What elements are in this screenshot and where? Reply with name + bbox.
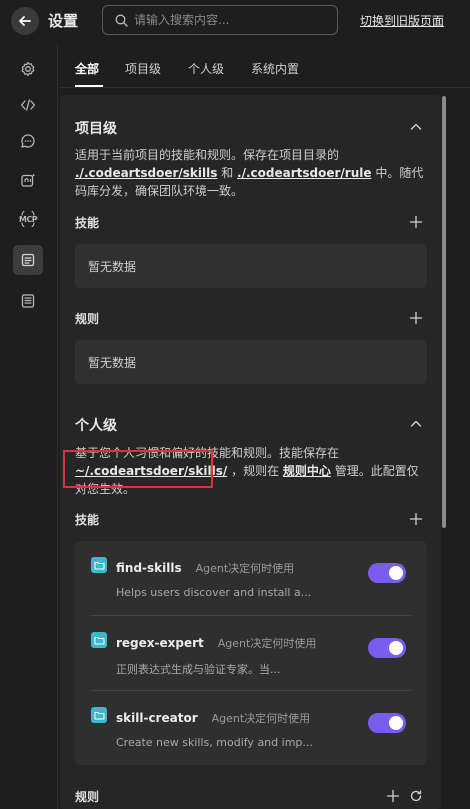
active-tab-indicator — [75, 85, 103, 87]
ai-sparkle-icon — [21, 173, 36, 187]
memory-icon — [21, 294, 35, 308]
tab-system[interactable]: 系统内置 — [251, 60, 299, 77]
tab-all[interactable]: 全部 — [75, 60, 99, 77]
search-icon — [115, 14, 128, 27]
add-project-skill-plus-icon[interactable] — [409, 215, 423, 229]
personal-skills-label: 技能 — [75, 513, 100, 527]
search-input[interactable] — [134, 13, 324, 27]
project-skills-empty: 暂无数据 — [75, 244, 427, 288]
mcp-icon: MCP — [19, 211, 38, 227]
skill-item[interactable]: find-skills Agent决定何时使用 Helps users disco… — [75, 541, 427, 615]
tab-project[interactable]: 项目级 — [125, 60, 161, 77]
skill-name: regex-expert Agent决定何时使用 — [116, 636, 317, 650]
project-rules-label: 规则 — [75, 312, 100, 326]
arrow-left-icon — [19, 16, 31, 26]
project-description: 适用于当前项目的技能和规则。保存在项目目录的 ./.codeartsdoer/s… — [75, 148, 424, 198]
skill-description: Create new skills, modify and imp... — [116, 736, 313, 749]
rail-item-memory[interactable] — [13, 286, 43, 316]
rail-item-mcp[interactable]: MCP — [13, 204, 43, 234]
rail-item-general[interactable] — [13, 54, 43, 84]
page-title: 设置 — [48, 12, 79, 30]
scrollbar[interactable] — [442, 96, 446, 528]
settings-header: 设置 切换到旧版页面 — [0, 0, 470, 44]
personal-skills-list: find-skills Agent决定何时使用 Helps users disco… — [75, 541, 427, 765]
project-rules-empty: 暂无数据 — [75, 340, 427, 384]
skill-name: skill-creator Agent决定何时使用 — [116, 711, 311, 725]
project-skills-path[interactable]: ./.codeartsdoer/skills — [75, 166, 217, 180]
collapse-personal-chevron-icon[interactable] — [409, 417, 423, 431]
search-box[interactable] — [102, 5, 338, 35]
skill-description: Helps users discover and install a... — [116, 586, 312, 599]
personal-section-title: 个人级 — [75, 418, 117, 434]
skill-toggle[interactable] — [368, 563, 406, 583]
mcp-label: MCP — [19, 215, 38, 224]
skill-mode: Agent决定何时使用 — [211, 712, 311, 725]
folder-icon — [91, 707, 107, 723]
skill-item[interactable]: regex-expert Agent决定何时使用 正则表达式生成与验证专家。当..… — [75, 616, 427, 690]
project-skills-label: 技能 — [75, 216, 100, 230]
rail-item-ai[interactable] — [13, 165, 43, 195]
skill-name: find-skills Agent决定何时使用 — [116, 561, 295, 575]
personal-rules-label: 规则 — [75, 790, 100, 804]
tab-personal[interactable]: 个人级 — [188, 60, 224, 77]
skill-toggle[interactable] — [368, 713, 406, 733]
rail-item-chat[interactable] — [13, 126, 43, 156]
folder-icon — [91, 632, 107, 648]
add-personal-skill-plus-icon[interactable] — [409, 512, 423, 526]
back-button[interactable] — [11, 7, 39, 35]
rail-item-rules[interactable] — [13, 245, 43, 275]
skill-mode: Agent决定何时使用 — [195, 562, 295, 575]
project-section-title: 项目级 — [75, 121, 117, 137]
left-rail: MCP — [0, 44, 58, 809]
chat-icon — [21, 134, 35, 148]
rail-item-code[interactable] — [13, 90, 43, 120]
add-personal-rule-plus-icon[interactable] — [386, 789, 400, 803]
skill-description: 正则表达式生成与验证专家。当... — [116, 663, 281, 676]
project-rule-path[interactable]: ./.codeartsdoer/rule — [237, 166, 371, 180]
gear-icon — [21, 61, 35, 77]
rules-icon — [21, 253, 35, 267]
skill-item[interactable]: skill-creator Agent决定何时使用 Create new skil… — [75, 691, 427, 765]
folder-icon — [91, 557, 107, 573]
tab-bar: 全部 项目级 个人级 系统内置 — [60, 44, 470, 88]
add-project-rule-plus-icon[interactable] — [409, 311, 423, 325]
switch-legacy-link[interactable]: 切换到旧版页面 — [360, 12, 444, 29]
code-icon — [20, 99, 36, 111]
refresh-icon[interactable] — [409, 789, 423, 803]
skill-mode: Agent决定何时使用 — [217, 637, 317, 650]
annotation-highlight-box — [63, 450, 213, 488]
collapse-project-chevron-icon[interactable] — [409, 120, 423, 134]
skill-toggle[interactable] — [368, 638, 406, 658]
rule-center-link[interactable]: 规则中心 — [283, 464, 331, 478]
